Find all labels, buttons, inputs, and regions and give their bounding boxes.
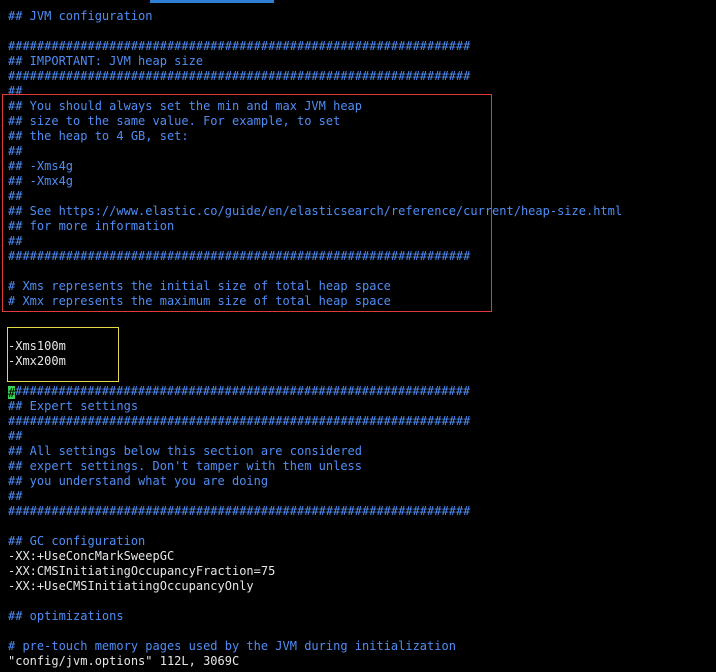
- editor-line[interactable]: ## All settings below this section are c…: [8, 444, 716, 459]
- window-tab-accent: [150, 0, 274, 3]
- line-text: ## All settings below this section are c…: [8, 444, 363, 458]
- editor-line[interactable]: ##: [8, 144, 716, 159]
- editor-line[interactable]: ## the heap to 4 GB, set:: [8, 129, 716, 144]
- editor-line[interactable]: [8, 594, 716, 609]
- line-text: ## You should always set the min and max…: [8, 99, 363, 113]
- editor-line[interactable]: -Xms100m: [8, 339, 716, 354]
- editor-line[interactable]: ## GC configuration: [8, 534, 716, 549]
- editor-line[interactable]: # Xmx represents the maximum size of tot…: [8, 294, 716, 309]
- line-text: ## JVM configuration: [8, 9, 153, 23]
- editor-line[interactable]: -XX:+UseCMSInitiatingOccupancyOnly: [8, 579, 716, 594]
- line-text: ## Expert settings: [8, 399, 139, 413]
- editor-line[interactable]: -XX:+UseConcMarkSweepGC: [8, 549, 716, 564]
- line-text: # Xmx represents the maximum size of tot…: [8, 294, 391, 308]
- editor-line[interactable]: [8, 324, 716, 339]
- editor-line[interactable]: ## optimizations: [8, 609, 716, 624]
- editor-line[interactable]: ## See https://www.elastic.co/guide/en/e…: [8, 204, 716, 219]
- line-text: ########################################…: [8, 249, 471, 263]
- line-text: ## size to the same value. For example, …: [8, 114, 341, 128]
- editor-line[interactable]: ## -Xms4g: [8, 159, 716, 174]
- line-text: ##: [8, 84, 23, 98]
- line-text: ## -Xmx4g: [8, 174, 74, 188]
- editor-line[interactable]: ## JVM configuration: [8, 9, 716, 24]
- line-text: ########################################…: [8, 504, 471, 518]
- editor-line[interactable]: [8, 369, 716, 384]
- editor-line[interactable]: ## size to the same value. For example, …: [8, 114, 716, 129]
- line-text: ## you understand what you are doing: [8, 474, 269, 488]
- editor-line[interactable]: -Xmx200m: [8, 354, 716, 369]
- editor-line[interactable]: ########################################…: [8, 249, 716, 264]
- line-text: -Xmx200m: [8, 354, 66, 368]
- editor-line[interactable]: # Xms represents the initial size of tot…: [8, 279, 716, 294]
- line-text: ## the heap to 4 GB, set:: [8, 129, 189, 143]
- line-text: -Xms100m: [8, 339, 66, 353]
- editor-line[interactable]: ########################################…: [8, 69, 716, 84]
- editor-line[interactable]: ########################################…: [8, 504, 716, 519]
- editor-line[interactable]: [8, 309, 716, 324]
- line-text: ##: [8, 489, 23, 503]
- line-text: ########################################…: [15, 384, 471, 398]
- line-text: ## IMPORTANT: JVM heap size: [8, 54, 204, 68]
- line-text: ##: [8, 234, 23, 248]
- editor-line[interactable]: [8, 24, 716, 39]
- line-text: ## GC configuration: [8, 534, 146, 548]
- editor-line[interactable]: ##: [8, 189, 716, 204]
- editor-line[interactable]: ########################################…: [8, 384, 716, 399]
- line-text: ## See https://www.elastic.co/guide/en/e…: [8, 204, 623, 218]
- line-text: ##: [8, 429, 23, 443]
- line-text: -XX:+UseConcMarkSweepGC: [8, 549, 175, 563]
- editor-line[interactable]: ########################################…: [8, 414, 716, 429]
- vim-status-line: "config/jvm.options" 112L, 3069C: [8, 654, 240, 668]
- editor-line[interactable]: ## You should always set the min and max…: [8, 99, 716, 114]
- editor-line[interactable]: ########################################…: [8, 39, 716, 54]
- line-text: ########################################…: [8, 39, 471, 53]
- line-text: -XX:+UseCMSInitiatingOccupancyOnly: [8, 579, 254, 593]
- line-text: ########################################…: [8, 414, 471, 428]
- editor-line[interactable]: [8, 624, 716, 639]
- line-text: # pre-touch memory pages used by the JVM…: [8, 639, 456, 653]
- editor-line[interactable]: [8, 519, 716, 534]
- line-text: ##: [8, 189, 23, 203]
- editor-line[interactable]: ## -Xmx4g: [8, 174, 716, 189]
- editor-line[interactable]: ## for more information: [8, 219, 716, 234]
- line-text: ## -Xms4g: [8, 159, 74, 173]
- editor-line[interactable]: ##: [8, 84, 716, 99]
- line-text: ## optimizations: [8, 609, 124, 623]
- line-text: ########################################…: [8, 69, 471, 83]
- line-text: -XX:CMSInitiatingOccupancyFraction=75: [8, 564, 276, 578]
- editor-line[interactable]: -XX:CMSInitiatingOccupancyFraction=75: [8, 564, 716, 579]
- editor-line[interactable]: ##: [8, 489, 716, 504]
- line-text: # Xms represents the initial size of tot…: [8, 279, 391, 293]
- editor-line[interactable]: [8, 264, 716, 279]
- editor-line[interactable]: ##: [8, 234, 716, 249]
- line-text: ##: [8, 144, 23, 158]
- editor-line[interactable]: ## you understand what you are doing: [8, 474, 716, 489]
- editor-line[interactable]: ## expert settings. Don't tamper with th…: [8, 459, 716, 474]
- text-cursor: #: [8, 386, 16, 399]
- line-text: ## for more information: [8, 219, 175, 233]
- editor-line[interactable]: # pre-touch memory pages used by the JVM…: [8, 639, 716, 654]
- editor-line[interactable]: ## Expert settings: [8, 399, 716, 414]
- editor-line[interactable]: ## IMPORTANT: JVM heap size: [8, 54, 716, 69]
- line-text: ## expert settings. Don't tamper with th…: [8, 459, 363, 473]
- vim-editor-buffer[interactable]: ## JVM configuration ####################…: [8, 9, 716, 654]
- editor-line[interactable]: ##: [8, 429, 716, 444]
